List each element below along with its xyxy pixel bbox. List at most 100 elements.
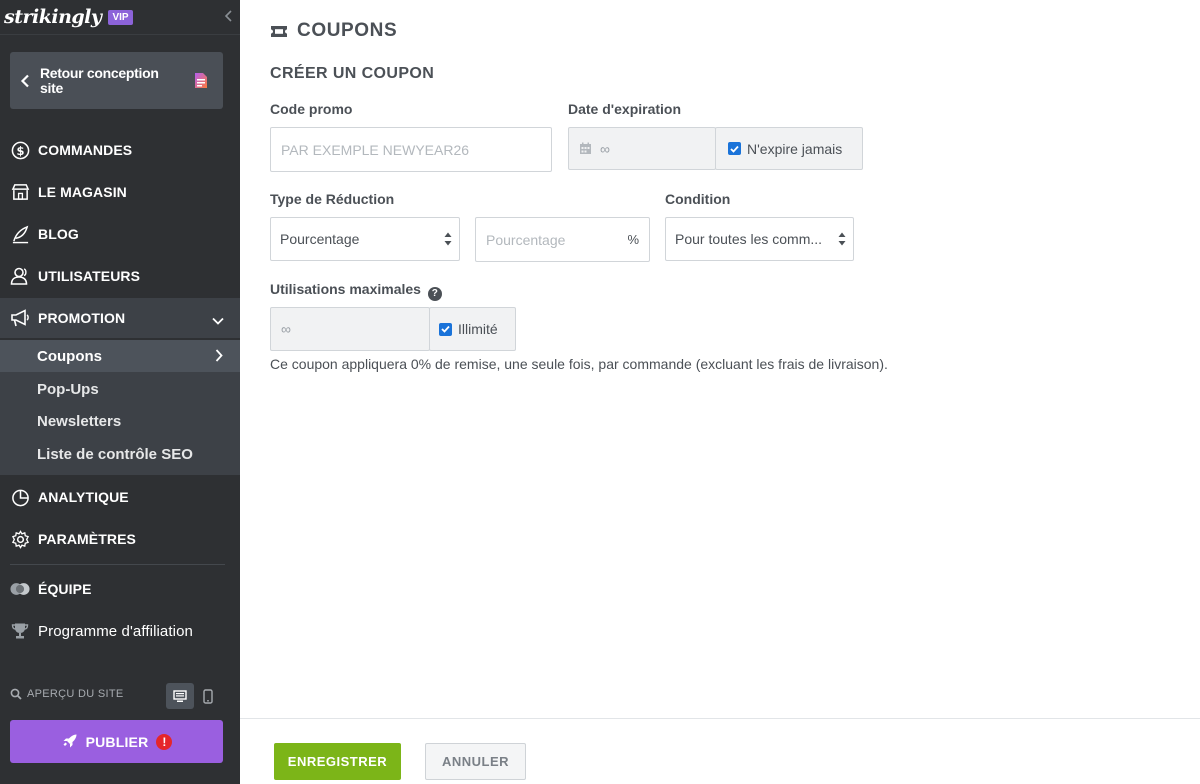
rocket-icon bbox=[61, 733, 78, 750]
store-icon bbox=[10, 182, 30, 202]
dollar-circle-icon: $ bbox=[10, 140, 30, 160]
chevron-down-icon bbox=[212, 312, 224, 330]
page-editor-icon bbox=[194, 72, 208, 94]
nav-label: ÉQUIPE bbox=[38, 581, 92, 597]
users-icon bbox=[10, 266, 30, 286]
divider bbox=[0, 34, 240, 35]
nav-affiliation[interactable]: Programme d'affiliation bbox=[0, 611, 240, 651]
calendar-icon bbox=[579, 142, 592, 155]
ticket-icon bbox=[270, 25, 288, 38]
max-uses-input[interactable]: ∞ bbox=[270, 307, 430, 351]
checkbox-checked-icon bbox=[439, 322, 452, 336]
condition-value: Pour toutes les comm... bbox=[675, 231, 823, 247]
nav-utilisateurs[interactable]: UTILISATEURS bbox=[0, 256, 240, 296]
help-icon[interactable]: ? bbox=[427, 286, 442, 301]
unlimited-checkbox[interactable]: Illimité bbox=[429, 307, 516, 351]
nav-commandes[interactable]: $ COMMANDES bbox=[0, 130, 240, 170]
expiration-date-value: ∞ bbox=[600, 140, 610, 157]
select-arrows-icon bbox=[838, 230, 846, 248]
team-icon bbox=[10, 579, 30, 599]
never-expires-label: N'expire jamais bbox=[747, 140, 843, 157]
submenu-label: Newsletters bbox=[37, 412, 122, 430]
nav-equipe[interactable]: ÉQUIPE bbox=[0, 569, 240, 609]
nav-promotion[interactable]: PROMOTION bbox=[0, 298, 240, 338]
submenu-item-coupons[interactable]: Coupons bbox=[0, 340, 240, 372]
nav-label: PARAMÈTRES bbox=[38, 531, 136, 547]
nav-magasin[interactable]: LE MAGASIN bbox=[0, 172, 240, 212]
vip-badge: VIP bbox=[108, 9, 133, 25]
gear-icon bbox=[10, 529, 30, 549]
mobile-preview-button[interactable] bbox=[194, 683, 222, 709]
nav-label: ANALYTIQUE bbox=[38, 489, 129, 505]
select-arrows-icon bbox=[444, 230, 452, 248]
search-icon bbox=[10, 688, 22, 700]
strikingly-logo: strikingly bbox=[4, 6, 102, 28]
nav-blog[interactable]: BLOG bbox=[0, 214, 240, 254]
page-title: COUPONS bbox=[270, 20, 397, 42]
discount-type-value: Pourcentage bbox=[280, 231, 360, 247]
submenu-item-newsletters[interactable]: Newsletters bbox=[0, 405, 240, 437]
discount-type-select[interactable]: Pourcentage bbox=[270, 217, 460, 261]
page-title-text: COUPONS bbox=[297, 20, 398, 41]
sidebar: strikingly VIP Retour conception site $ bbox=[0, 0, 240, 784]
trophy-icon bbox=[10, 621, 30, 641]
code-promo-input[interactable]: PAR EXEMPLE NEWYEAR26 bbox=[270, 127, 552, 172]
save-button[interactable]: ENREGISTRER bbox=[274, 743, 401, 780]
mobile-icon bbox=[203, 688, 213, 704]
expiration-date-label: Date d'expiration bbox=[568, 101, 682, 117]
code-promo-label: Code promo bbox=[270, 101, 353, 117]
site-preview-label[interactable]: APERÇU DU SITE bbox=[10, 688, 124, 700]
nav-label: UTILISATEURS bbox=[38, 268, 141, 284]
nav-label: LE MAGASIN bbox=[38, 184, 127, 200]
back-button-label: Retour conception site bbox=[40, 64, 159, 96]
submenu-item-seo-checklist[interactable]: Liste de contrôle SEO bbox=[0, 438, 240, 470]
footer-divider bbox=[240, 718, 1200, 719]
nav-parametres[interactable]: PARAMÈTRES bbox=[0, 519, 240, 559]
pie-chart-icon bbox=[10, 487, 30, 507]
checkbox-checked-icon bbox=[728, 142, 741, 155]
discount-type-label: Type de Réduction bbox=[270, 191, 395, 207]
cancel-button[interactable]: ANNULER bbox=[425, 743, 526, 780]
condition-select[interactable]: Pour toutes les comm... bbox=[665, 217, 854, 261]
nav-label: COMMANDES bbox=[38, 142, 133, 158]
submenu-label: Coupons bbox=[37, 347, 102, 365]
svg-text:$: $ bbox=[16, 143, 24, 157]
nav-label: Programme d'affiliation bbox=[38, 622, 193, 640]
max-uses-label: Utilisations maximales ? bbox=[270, 281, 442, 301]
megaphone-icon bbox=[10, 308, 30, 328]
nav-analytique[interactable]: ANALYTIQUE bbox=[0, 477, 240, 517]
back-to-design-button[interactable]: Retour conception site bbox=[10, 52, 223, 109]
discount-amount-input[interactable]: Pourcentage % bbox=[475, 217, 650, 262]
warning-icon: ! bbox=[156, 733, 173, 750]
submenu-label: Pop-Ups bbox=[37, 380, 99, 398]
publish-button[interactable]: PUBLIER ! bbox=[10, 720, 223, 763]
percent-unit: % bbox=[627, 232, 639, 247]
discount-amount-placeholder: Pourcentage bbox=[486, 231, 566, 248]
brand[interactable]: strikingly VIP bbox=[4, 4, 133, 30]
desktop-preview-button[interactable] bbox=[166, 683, 194, 709]
main-content: COUPONS CRÉER UN COUPON Code promo PAR E… bbox=[240, 0, 1200, 784]
desktop-icon bbox=[173, 689, 187, 703]
app-root: strikingly VIP Retour conception site $ bbox=[0, 0, 1200, 784]
max-uses-label-text: Utilisations maximales bbox=[270, 281, 421, 297]
max-uses-value: ∞ bbox=[281, 321, 291, 337]
code-promo-placeholder: PAR EXEMPLE NEWYEAR26 bbox=[281, 141, 470, 158]
chevron-right-icon bbox=[215, 349, 223, 366]
promotion-submenu: Coupons Pop-Ups Newsletters Liste de con… bbox=[0, 340, 240, 475]
expiration-date-input[interactable]: ∞ bbox=[568, 127, 716, 170]
chevron-left-icon bbox=[20, 74, 34, 88]
collapse-sidebar-icon[interactable] bbox=[222, 7, 236, 25]
nav-label: PROMOTION bbox=[38, 310, 126, 326]
never-expires-checkbox[interactable]: N'expire jamais bbox=[715, 127, 863, 170]
preview-text: APERÇU DU SITE bbox=[27, 688, 124, 700]
submenu-label: Liste de contrôle SEO bbox=[37, 445, 193, 463]
quill-icon bbox=[10, 224, 30, 244]
nav-label: BLOG bbox=[38, 226, 79, 242]
divider bbox=[10, 564, 225, 565]
unlimited-label: Illimité bbox=[458, 321, 498, 337]
condition-label: Condition bbox=[665, 191, 731, 207]
section-title: CRÉER UN COUPON bbox=[270, 65, 435, 82]
submenu-item-popups[interactable]: Pop-Ups bbox=[0, 373, 240, 405]
publish-label: PUBLIER bbox=[85, 733, 149, 750]
coupon-description: Ce coupon appliquera 0% de remise, une s… bbox=[270, 356, 888, 372]
